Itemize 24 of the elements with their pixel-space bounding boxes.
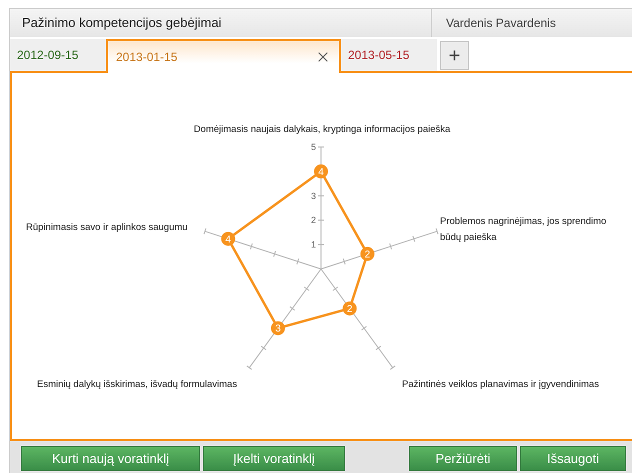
value-marker: 2 [360,246,374,261]
action-button[interactable]: Įkelti voratinklį [203,446,345,471]
axis-label: Rūpinimasis savo ir aplinkos saugumu [26,221,189,235]
scale-label: 3 [310,190,316,201]
section-title: Pažinimo kompetencijos gebėjimai [22,14,222,32]
add-tab-button[interactable]: + [440,41,469,70]
value-marker: 2 [342,301,357,316]
action-button[interactable]: Kurti naują voratinklį [21,446,200,471]
date-tab[interactable]: 2013-05-15 [341,39,437,71]
action-button[interactable]: Peržiūrėti [409,446,517,471]
value-marker: 4 [221,232,236,246]
axis-label: Problemos nagrinėjimas, jos sprendimo būdų paieška [440,215,608,245]
scale-label: 2 [310,215,316,226]
axis-label: Pažintinės veiklos planavimas ir įgyvendinimas [402,378,600,392]
action-button[interactable]: Išsaugoti [520,446,626,471]
value-marker: 3 [270,321,285,336]
date-tab[interactable]: 2013-01-15 [106,39,341,73]
axis-label: Domėjimasis naujais dalykais, kryptinga informacijos paieška [192,123,452,137]
axis-label: Esminių dalykų išskirimas, išvadų formulavimas [37,378,238,392]
user-name: Vardenis Pavardenis [446,15,556,32]
scale-label: 1 [310,240,316,250]
value-marker: 4 [314,164,328,178]
date-tab[interactable]: 2012-09-15 [10,39,106,71]
scale-label: 5 [310,142,316,152]
